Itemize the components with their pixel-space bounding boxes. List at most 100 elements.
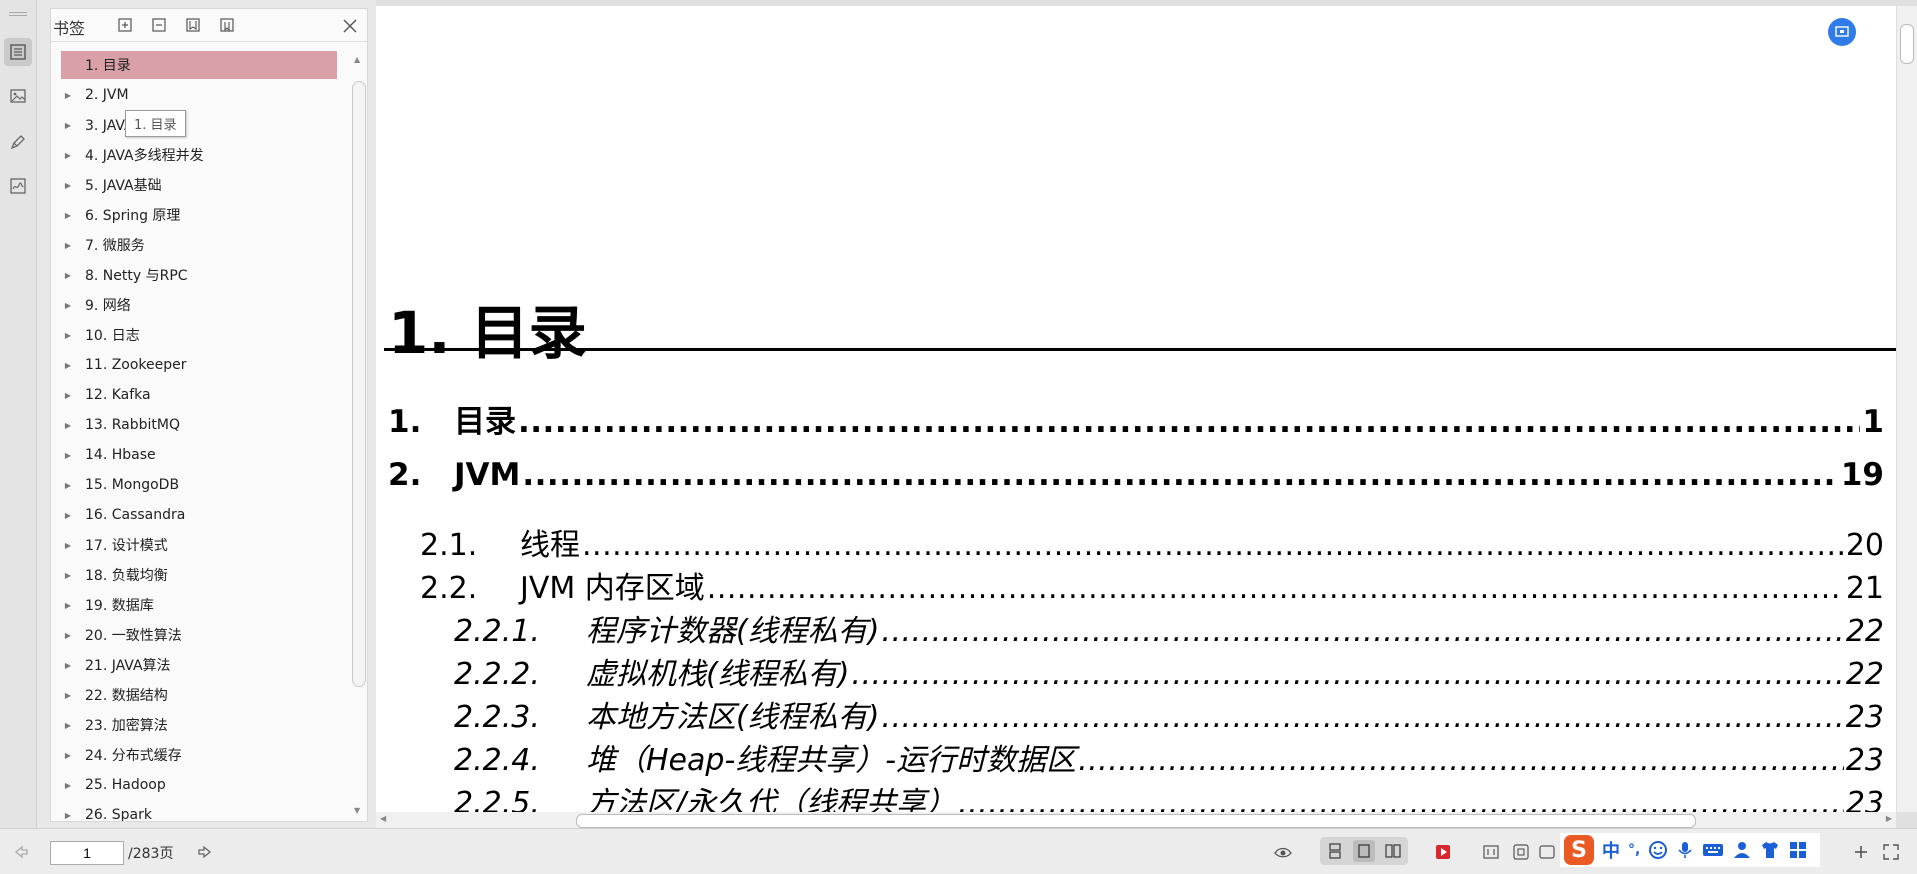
bookmark-scrollbar[interactable]: ▲ ▼ [351, 53, 366, 817]
delete-bookmark-icon[interactable] [217, 15, 237, 35]
expand-triangle-icon[interactable]: ▶ [61, 421, 75, 430]
expand-triangle-icon[interactable]: ▶ [61, 361, 75, 370]
expand-all-icon[interactable] [115, 15, 135, 35]
bookmark-item[interactable]: ▶ 8. Netty 与RPC [61, 261, 337, 289]
scrollbar-thumb[interactable] [352, 81, 366, 687]
toc-entry[interactable]: 2. JVM 19 [388, 457, 1884, 493]
keyboard-icon[interactable] [1702, 841, 1724, 859]
expand-triangle-icon[interactable]: ▶ [61, 241, 75, 250]
bookmark-item[interactable]: ▶ 10. 日志 [61, 321, 337, 349]
expand-triangle-icon[interactable]: ▶ [61, 541, 75, 550]
expand-triangle-icon[interactable]: ▶ [61, 751, 75, 760]
scroll-right-arrow-icon[interactable]: ▶ [1886, 814, 1892, 823]
eye-read-mode-icon[interactable] [1272, 841, 1294, 863]
bookmark-item[interactable]: ▶ 4. JAVA多线程并发 [61, 141, 337, 169]
bookmark-item[interactable]: ▶ 16. Cassandra [61, 501, 337, 529]
expand-triangle-icon[interactable]: ▶ [61, 151, 75, 160]
fullscreen-expand-icon[interactable] [1880, 841, 1902, 863]
close-icon[interactable] [339, 15, 361, 37]
expand-triangle-icon[interactable]: ▶ [61, 511, 75, 520]
bookmark-item[interactable]: ▶ 11. Zookeeper [61, 351, 337, 379]
shirt-icon[interactable] [1760, 840, 1780, 860]
toc-entry[interactable]: 1. 目录 1 [388, 396, 1884, 441]
expand-triangle-icon[interactable]: ▶ [61, 91, 75, 100]
bookmark-item[interactable]: ▶ 17. 设计模式 [61, 531, 337, 559]
expand-triangle-icon[interactable]: ▶ [61, 691, 75, 700]
bookmark-item[interactable]: ▶ 18. 负载均衡 [61, 561, 337, 589]
emoji-icon[interactable] [1648, 840, 1668, 860]
next-page-arrow-icon[interactable] [194, 841, 216, 863]
expand-triangle-icon[interactable]: ▶ [61, 481, 75, 490]
scroll-down-arrow-icon[interactable]: ▼ [354, 806, 360, 815]
toc-entry[interactable]: 2.2.5. 方法区/永久代（线程共享） 23 [388, 778, 1884, 812]
scrollbar-thumb[interactable] [576, 814, 1696, 828]
expand-triangle-icon[interactable]: ▶ [61, 721, 75, 730]
toc-entry[interactable]: 2.2.3. 本地方法区(线程私有) 23 [388, 692, 1884, 736]
expand-triangle-icon[interactable]: ▶ [61, 571, 75, 580]
bookmark-item[interactable]: ▶ 13. RabbitMQ [61, 411, 337, 439]
toc-entry[interactable]: 2.1. 线程 20 [388, 520, 1884, 564]
zoom-in-plus-icon[interactable] [1850, 841, 1872, 863]
scrollbar-thumb[interactable] [1900, 24, 1914, 64]
bookmark-item[interactable]: ▶ 6. Spring 原理 [61, 201, 337, 229]
expand-triangle-icon[interactable]: ▶ [61, 331, 75, 340]
bookmark-item[interactable]: ▶ 26. Spark [61, 801, 337, 821]
ime-mode-toggle[interactable]: 中 [1602, 837, 1620, 863]
expand-triangle-icon[interactable]: ▶ [61, 211, 75, 220]
bookmark-item[interactable]: ▶ 24. 分布式缓存 [61, 741, 337, 769]
expand-triangle-icon[interactable]: ▶ [61, 661, 75, 670]
bookmark-item[interactable]: ▶ 21. JAVA算法 [61, 651, 337, 679]
expand-triangle-icon[interactable]: ▶ [61, 121, 75, 130]
toc-entry[interactable]: 2.2.2. 虚拟机栈(线程私有) 22 [388, 649, 1884, 693]
expand-triangle-icon[interactable]: ▶ [61, 781, 75, 790]
document-horizontal-scrollbar[interactable]: ◀ ▶ [376, 812, 1896, 828]
bookmark-item[interactable]: ▶ 25. Hadoop [61, 771, 337, 799]
document-vertical-scrollbar[interactable] [1897, 6, 1917, 812]
bookmark-item[interactable]: ▶ 3. JAVA集合 [61, 111, 337, 139]
expand-triangle-icon[interactable]: ▶ [61, 301, 75, 310]
expand-triangle-icon[interactable]: ▶ [61, 451, 75, 460]
bookmark-item[interactable]: ▶ 5. JAVA基础 [61, 171, 337, 199]
expand-triangle-icon[interactable]: ▶ [61, 391, 75, 400]
expand-triangle-icon[interactable]: ▶ [61, 811, 75, 820]
ime-punctuation-toggle[interactable]: °, [1628, 842, 1640, 858]
thumbnail-image-icon[interactable] [4, 82, 32, 110]
toolbox-grid-icon[interactable] [1788, 840, 1808, 860]
annotation-pen-icon[interactable] [4, 128, 32, 156]
rail-grip[interactable] [9, 12, 27, 16]
signature-icon[interactable] [4, 172, 32, 200]
fit-width-icon[interactable] [1536, 841, 1558, 863]
continuous-page-icon[interactable] [1324, 840, 1346, 862]
fit-page-icon[interactable] [1510, 841, 1532, 863]
toc-entry[interactable]: 2.2.4. 堆（Heap-线程共享）-运行时数据区 23 [388, 735, 1884, 779]
collapse-all-icon[interactable] [149, 15, 169, 35]
bookmark-item[interactable]: ▶ 20. 一致性算法 [61, 621, 337, 649]
expand-triangle-icon[interactable]: ▶ [61, 271, 75, 280]
bookmark-panel-toggle-icon[interactable] [4, 38, 32, 66]
previous-page-arrow-icon[interactable] [10, 841, 32, 863]
bookmark-item[interactable]: ▶ 19. 数据库 [61, 591, 337, 619]
bookmark-item[interactable]: ▶ 22. 数据结构 [61, 681, 337, 709]
page-number-input[interactable] [50, 841, 124, 865]
scroll-left-arrow-icon[interactable]: ◀ [380, 814, 386, 823]
add-bookmark-icon[interactable] [183, 15, 203, 35]
expand-triangle-icon[interactable]: ▶ [61, 601, 75, 610]
bookmark-item[interactable]: ▶ 2. JVM [61, 81, 337, 109]
floating-tool-button[interactable] [1828, 18, 1856, 46]
scroll-up-arrow-icon[interactable]: ▲ [354, 55, 360, 64]
bookmark-item[interactable]: ▶ 9. 网络 [61, 291, 337, 319]
bookmark-item[interactable]: ▶ 15. MongoDB [61, 471, 337, 499]
toc-entry[interactable]: 2.2.1. 程序计数器(线程私有) 22 [388, 606, 1884, 650]
bookmark-item[interactable]: ▶ 14. Hbase [61, 441, 337, 469]
toc-entry[interactable]: 2.2. JVM 内存区域 21 [388, 563, 1884, 607]
user-skin-icon[interactable] [1732, 840, 1752, 860]
single-page-icon[interactable] [1353, 840, 1375, 862]
bookmark-item[interactable]: ▶ 23. 加密算法 [61, 711, 337, 739]
bookmark-item[interactable]: ▶ 12. Kafka [61, 381, 337, 409]
ime-logo[interactable]: S [1564, 835, 1594, 865]
two-page-icon[interactable] [1382, 840, 1404, 862]
bookmark-item[interactable]: ▶ 7. 微服务 [61, 231, 337, 259]
expand-triangle-icon[interactable]: ▶ [61, 631, 75, 640]
microphone-icon[interactable] [1676, 840, 1694, 860]
play-slideshow-icon[interactable] [1432, 841, 1454, 863]
